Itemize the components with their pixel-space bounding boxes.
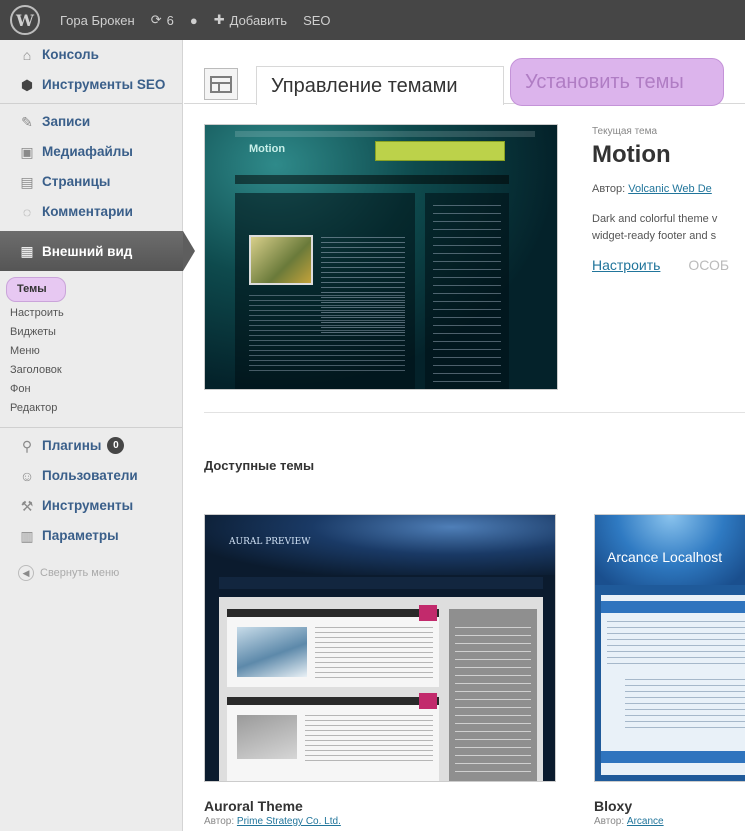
menu-label: Консоль bbox=[42, 47, 99, 62]
users-icon: ☺ bbox=[19, 467, 35, 484]
settings-icon: ▥ bbox=[20, 527, 34, 544]
description-line: widget-ready footer and s bbox=[592, 230, 717, 242]
menu-separator bbox=[0, 103, 182, 104]
menu-dashboard[interactable]: ⌂ Консоль bbox=[0, 40, 182, 70]
author-link[interactable]: Arcance bbox=[627, 816, 664, 827]
add-new-link[interactable]: ✚ Добавить bbox=[214, 12, 287, 28]
menu-label: Параметры bbox=[42, 528, 119, 543]
tabs-row: Управление темами Установить темы bbox=[184, 58, 745, 106]
comments-link[interactable]: ● bbox=[190, 13, 198, 28]
wordpress-logo-icon[interactable]: W bbox=[10, 5, 40, 35]
theme-name: Auroral Theme bbox=[204, 798, 303, 814]
refresh-icon: ⟳ bbox=[150, 12, 162, 27]
current-theme-label: Текущая тема bbox=[592, 126, 658, 137]
menu-label: Внешний вид bbox=[42, 243, 133, 259]
menu-users[interactable]: ☺ Пользователи bbox=[0, 461, 182, 491]
house-icon: ⌂ bbox=[22, 46, 32, 63]
themes-screen-icon bbox=[204, 68, 238, 100]
submenu-menus[interactable]: Меню bbox=[0, 342, 182, 361]
theme-card-bloxy[interactable]: Arcance Localhost Bloxy Автор: Arcance bbox=[594, 514, 745, 827]
seo-link[interactable]: SEO bbox=[303, 13, 330, 28]
menu-plugins[interactable]: ⚲ Плагины 0 bbox=[0, 431, 182, 461]
current-theme-screenshot: Motion bbox=[204, 124, 558, 390]
author-link[interactable]: Prime Strategy Co. Ltd. bbox=[237, 816, 341, 827]
main-content: Управление темами Установить темы Motion… bbox=[184, 40, 745, 831]
media-icon: ▣ bbox=[20, 143, 34, 160]
collapse-arrow-icon: ◀ bbox=[18, 565, 34, 581]
menu-settings[interactable]: ▥ Параметры bbox=[0, 521, 182, 551]
description-line: Dark and colorful theme v bbox=[592, 213, 718, 225]
author-prefix: Автор: bbox=[592, 183, 626, 195]
submenu-background[interactable]: Фон bbox=[0, 380, 182, 399]
plug-icon: ⚲ bbox=[21, 437, 33, 454]
preview-site-title: Arcance Localhost bbox=[607, 549, 723, 565]
current-theme-actions: Настроить ОСОБ bbox=[592, 257, 745, 273]
menu-posts[interactable]: ✎ Записи bbox=[0, 107, 182, 137]
updates-link[interactable]: ⟳ 6 bbox=[151, 12, 174, 28]
menu-label: Записи bbox=[42, 114, 91, 129]
comment-icon: ◌ bbox=[22, 203, 32, 220]
plus-icon: ✚ bbox=[213, 12, 225, 27]
menu-pages[interactable]: ▤ Страницы bbox=[0, 167, 182, 197]
collapse-menu-button[interactable]: ◀ Свернуть меню bbox=[0, 559, 182, 588]
collapse-label: Свернуть меню bbox=[40, 567, 120, 579]
updates-count: 6 bbox=[166, 12, 174, 28]
theme-screenshot[interactable]: AURAL PREVIEW bbox=[204, 514, 556, 782]
submenu-customize[interactable]: Настроить bbox=[0, 304, 182, 323]
current-theme-name: Motion bbox=[592, 141, 671, 168]
seo-shield-icon: ⬢ bbox=[20, 76, 34, 93]
menu-label: Страницы bbox=[42, 174, 111, 189]
current-theme-author: Автор: Volcanic Web De bbox=[592, 183, 745, 195]
comment-bubble-icon: ● bbox=[189, 12, 198, 28]
available-themes-heading: Доступные темы bbox=[204, 458, 315, 473]
tab-install-themes[interactable]: Установить темы bbox=[510, 58, 724, 106]
author-prefix: Автор: bbox=[594, 816, 625, 827]
author-link[interactable]: Volcanic Web De bbox=[628, 183, 712, 195]
menu-label: Инструменты bbox=[42, 498, 134, 513]
submenu-widgets[interactable]: Виджеты bbox=[0, 323, 182, 342]
menu-label: Плагины bbox=[42, 438, 102, 453]
section-divider bbox=[204, 412, 745, 413]
submenu-editor[interactable]: Редактор bbox=[0, 399, 182, 418]
appearance-icon: ▦ bbox=[20, 242, 34, 259]
theme-card-auroral[interactable]: AURAL PREVIEW Auroral Theme Автор: Prime… bbox=[204, 514, 556, 827]
preview-site-title: AURAL PREVIEW bbox=[229, 537, 311, 547]
menu-comments[interactable]: ◌ Комментарии bbox=[0, 197, 182, 227]
add-new-label: Добавить bbox=[229, 12, 288, 28]
page-icon: ▤ bbox=[20, 173, 34, 190]
theme-options-label: ОСОБ bbox=[688, 257, 730, 273]
plugins-update-badge: 0 bbox=[107, 437, 125, 454]
menu-tools[interactable]: ⚒ Инструменты bbox=[0, 491, 182, 521]
menu-label: Пользователи bbox=[42, 468, 138, 483]
admin-menu: ⌂ Консоль ⬢ Инструменты SEO ✎ Записи ▣ М… bbox=[0, 40, 195, 831]
author-prefix: Автор: bbox=[204, 816, 235, 827]
menu-seo-tools[interactable]: ⬢ Инструменты SEO bbox=[0, 70, 182, 100]
submenu-themes[interactable]: Темы bbox=[6, 277, 66, 302]
preview-site-title: Motion bbox=[249, 143, 286, 155]
submenu-header[interactable]: Заголовок bbox=[0, 361, 182, 380]
tab-manage-themes[interactable]: Управление темами bbox=[256, 66, 504, 105]
menu-media[interactable]: ▣ Медиафайлы bbox=[0, 137, 182, 167]
theme-screenshot[interactable]: Arcance Localhost bbox=[594, 514, 745, 782]
theme-author: Автор: Arcance bbox=[594, 816, 745, 827]
theme-name: Bloxy bbox=[594, 798, 633, 814]
current-theme-info: Текущая тема Motion Автор: Volcanic Web … bbox=[592, 126, 745, 273]
current-theme-description: Dark and colorful theme v widget-ready f… bbox=[592, 211, 745, 245]
menu-label: Комментарии bbox=[42, 204, 133, 219]
menu-appearance[interactable]: ▦ Внешний вид bbox=[0, 231, 195, 271]
menu-separator bbox=[0, 427, 182, 428]
menu-label: Инструменты SEO bbox=[42, 77, 166, 92]
admin-bar: W Гора Брокен ⟳ 6 ● ✚ Добавить SEO bbox=[0, 0, 745, 40]
theme-author: Автор: Prime Strategy Co. Ltd. bbox=[204, 816, 556, 827]
menu-label: Медиафайлы bbox=[42, 144, 133, 159]
appearance-submenu: Темы Настроить Виджеты Меню Заголовок Фо… bbox=[0, 271, 182, 424]
pin-icon: ✎ bbox=[21, 113, 33, 130]
site-name-link[interactable]: Гора Брокен bbox=[60, 13, 135, 28]
customize-link[interactable]: Настроить bbox=[592, 257, 660, 273]
tools-icon: ⚒ bbox=[20, 497, 34, 514]
